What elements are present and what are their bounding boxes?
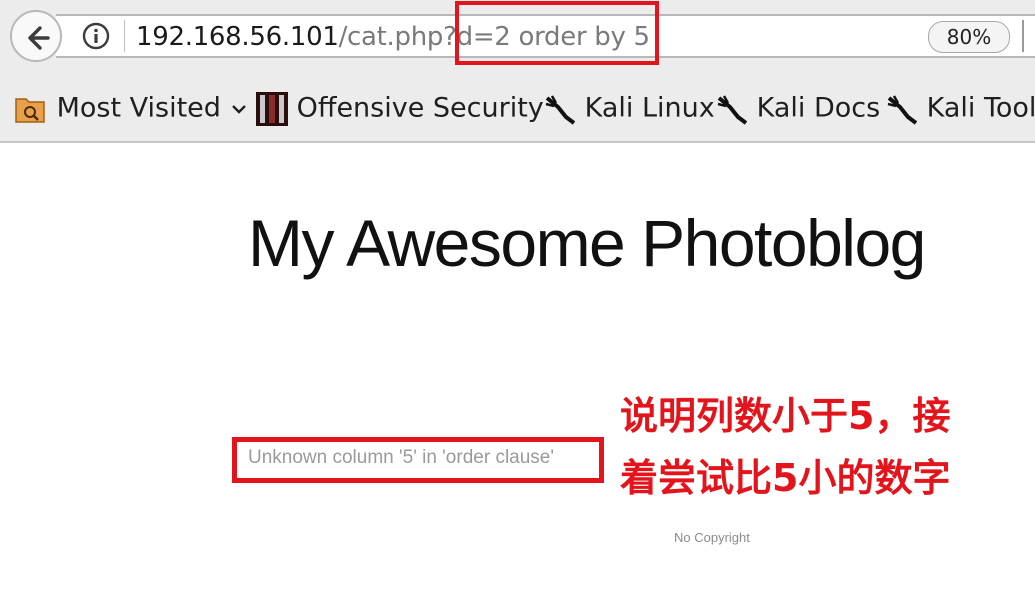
kali-dragon-icon <box>717 94 748 125</box>
url-query-highlight-box <box>455 1 659 65</box>
page-title: My Awesome Photoblog <box>248 206 926 280</box>
annotation-line: 着尝试比5小的数字 <box>620 456 951 500</box>
offensive-security-icon <box>256 91 288 126</box>
info-icon[interactable] <box>82 22 110 50</box>
bookmark-kali-docs[interactable]: Kali Docs <box>716 88 880 128</box>
kali-dragon-icon <box>545 94 576 125</box>
kali-dragon-icon <box>887 94 918 125</box>
bookmark-kali-linux[interactable]: Kali Linux <box>544 88 715 128</box>
back-arrow-icon <box>28 26 50 50</box>
bookmark-label: Kali Tools <box>926 92 1035 124</box>
back-button[interactable] <box>10 10 62 62</box>
annotation-note: 说明列数小于5，接 着尝试比5小的数字 <box>620 385 980 509</box>
bookmark-most-visited[interactable]: Most Visited <box>14 88 248 128</box>
zoom-level-badge[interactable]: 80% <box>928 21 1010 53</box>
navigation-toolbar: 192.168.56.101/cat.php?d=2 order by 5 80… <box>0 0 1035 74</box>
sql-error-message: Unknown column '5' in 'order clause' <box>248 447 554 468</box>
bookmark-kali-tools[interactable]: Kali Tools <box>886 88 1035 128</box>
bookmark-label: Kali Linux <box>584 92 715 124</box>
most-visited-folder-icon <box>15 97 45 123</box>
toolbar-separator <box>1022 20 1024 52</box>
bookmark-label: Offensive Security <box>296 92 544 124</box>
footer-copyright: No Copyright <box>674 530 750 545</box>
browser-chrome: 192.168.56.101/cat.php?d=2 order by 5 80… <box>0 0 1035 143</box>
annotation-line: 说明列数小于5，接 <box>620 394 951 438</box>
url-host: 192.168.56.101 <box>136 22 339 52</box>
url-separator <box>124 20 125 52</box>
bookmark-offensive-security[interactable]: Offensive Security <box>256 88 544 128</box>
bookmark-label: Kali Docs <box>756 92 881 124</box>
bookmarks-toolbar: Most Visited Offensive Security Kali Lin… <box>0 74 1035 140</box>
url-path: /cat.php? <box>338 22 457 52</box>
bookmark-label: Most Visited <box>56 92 221 124</box>
chevron-down-icon <box>231 104 246 114</box>
